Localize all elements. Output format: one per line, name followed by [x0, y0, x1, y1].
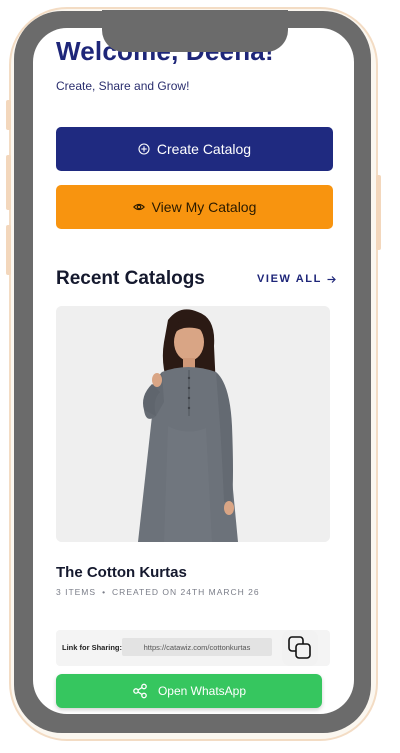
share-icon [133, 683, 147, 699]
catalog-title: The Cotton Kurtas [56, 564, 187, 581]
view-all-link[interactable]: VIEW ALL [257, 273, 336, 285]
share-link-label: Link for Sharing: [62, 643, 122, 652]
app-screen: Welcome, Deena! Create, Share and Grow! … [33, 28, 354, 714]
phone-side-button [6, 100, 11, 130]
phone-side-button [6, 155, 11, 210]
arrow-right-icon [327, 275, 336, 283]
create-catalog-button[interactable]: Create Catalog [56, 127, 333, 171]
catalog-item-count: 3 ITEMS [56, 587, 97, 597]
catalog-cover-image[interactable] [56, 306, 330, 542]
create-catalog-label: Create Catalog [156, 141, 252, 157]
phone-power-button [376, 175, 381, 250]
meta-separator: • [102, 587, 107, 597]
open-whatsapp-button[interactable]: Open WhatsApp [56, 674, 322, 708]
plus-circle-icon [138, 143, 150, 155]
eye-icon [132, 203, 145, 211]
copy-icon [288, 636, 311, 659]
open-whatsapp-label: Open WhatsApp [157, 684, 247, 698]
phone-side-button [6, 225, 11, 275]
welcome-subtitle: Create, Share and Grow! [56, 79, 190, 93]
recent-catalogs-heading: Recent Catalogs [56, 268, 205, 289]
share-link-bar: Link for Sharing: https://catawiz.com/co… [56, 630, 330, 666]
copy-link-button[interactable] [282, 630, 318, 666]
view-catalog-label: View My Catalog [151, 199, 257, 215]
view-all-label: VIEW ALL [257, 273, 322, 285]
view-catalog-button[interactable]: View My Catalog [56, 185, 333, 229]
phone-notch [102, 10, 288, 52]
share-link-field[interactable]: https://catawiz.com/cottonkurtas [122, 638, 272, 656]
catalog-created-date: CREATED ON 24TH MARCH 26 [112, 587, 260, 597]
kurta-product-photo [56, 306, 330, 542]
catalog-meta: 3 ITEMS • CREATED ON 24TH MARCH 26 [56, 587, 260, 597]
